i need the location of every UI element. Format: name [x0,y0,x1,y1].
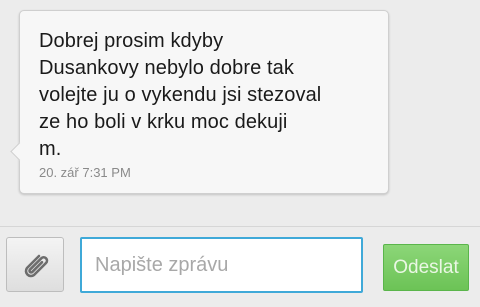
paperclip-icon [17,247,53,283]
send-button[interactable]: Odeslat [383,244,469,291]
attach-button[interactable] [6,237,64,292]
compose-bar: Odeslat [0,226,480,307]
message-text: Dobrej prosim kdyby Dusankovy nebylo dob… [39,30,322,160]
message-bubble[interactable]: Dobrej prosim kdyby Dusankovy nebylo dob… [10,10,389,194]
message-input[interactable] [80,237,363,293]
message-timestamp: 20. zář 7:31 PM [39,165,131,180]
conversation-area: Dobrej prosim kdyby Dusankovy nebylo dob… [0,0,480,226]
bubble-tail [10,142,29,161]
